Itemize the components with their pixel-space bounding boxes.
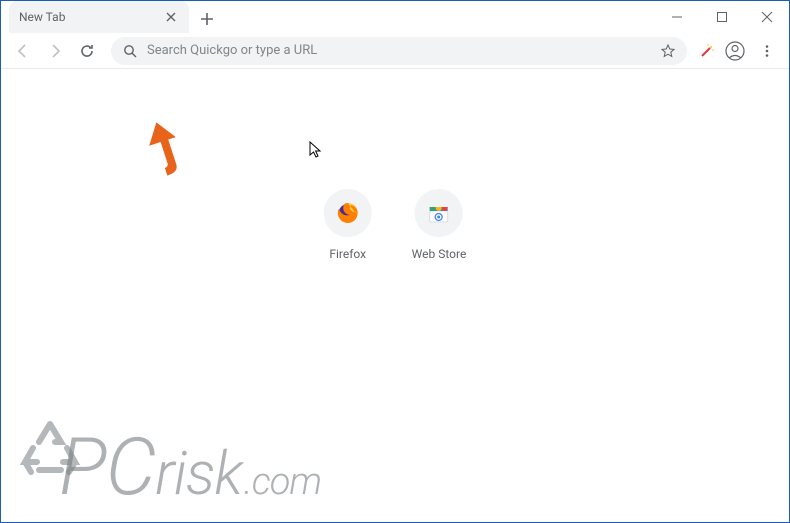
window-controls xyxy=(654,1,789,33)
firefox-icon xyxy=(324,189,372,237)
watermark-prefix: PC xyxy=(59,420,155,514)
plus-icon xyxy=(200,12,214,26)
back-button[interactable] xyxy=(9,37,37,65)
user-icon xyxy=(725,41,745,61)
browser-tab[interactable]: New Tab xyxy=(9,1,189,33)
watermark-mid: risk xyxy=(155,438,242,509)
tab-close-button[interactable] xyxy=(163,9,179,25)
webstore-icon xyxy=(415,189,463,237)
address-bar[interactable]: Search Quickgo or type a URL xyxy=(111,37,687,65)
arrow-right-icon xyxy=(47,43,63,59)
profile-button[interactable] xyxy=(721,37,749,65)
maximize-button[interactable] xyxy=(699,1,744,33)
shortcut-firefox[interactable]: Firefox xyxy=(324,189,372,261)
shortcut-label: Firefox xyxy=(329,247,366,261)
forward-button[interactable] xyxy=(41,37,69,65)
cursor-icon xyxy=(309,141,323,159)
wand-icon xyxy=(699,43,715,59)
address-bar-placeholder: Search Quickgo or type a URL xyxy=(147,43,651,58)
tab-title: New Tab xyxy=(19,10,163,24)
watermark-suffix: .com xyxy=(244,460,321,504)
shortcut-label: Web Store xyxy=(412,247,467,261)
titlebar: New Tab xyxy=(1,1,789,33)
arrow-left-icon xyxy=(15,43,31,59)
watermark: PCrisk.com xyxy=(19,420,281,514)
annotation-arrow-icon xyxy=(145,119,185,179)
minimize-icon xyxy=(671,11,683,23)
minimize-button[interactable] xyxy=(654,1,699,33)
kebab-icon xyxy=(760,44,774,58)
close-icon xyxy=(166,12,176,22)
extension-icon[interactable] xyxy=(697,41,717,61)
close-window-button[interactable] xyxy=(744,1,789,33)
close-icon xyxy=(761,11,773,23)
reload-icon xyxy=(79,43,95,59)
reload-button[interactable] xyxy=(73,37,101,65)
search-icon xyxy=(123,44,137,58)
bookmark-star-icon[interactable] xyxy=(661,44,675,58)
shortcut-webstore[interactable]: Web Store xyxy=(412,189,467,261)
toolbar: Search Quickgo or type a URL xyxy=(1,33,789,69)
shortcuts-row: Firefox Web Store xyxy=(324,189,467,261)
menu-button[interactable] xyxy=(753,37,781,65)
new-tab-button[interactable] xyxy=(193,5,221,33)
maximize-icon xyxy=(716,11,728,23)
new-tab-page: Firefox Web Store xyxy=(1,69,789,522)
